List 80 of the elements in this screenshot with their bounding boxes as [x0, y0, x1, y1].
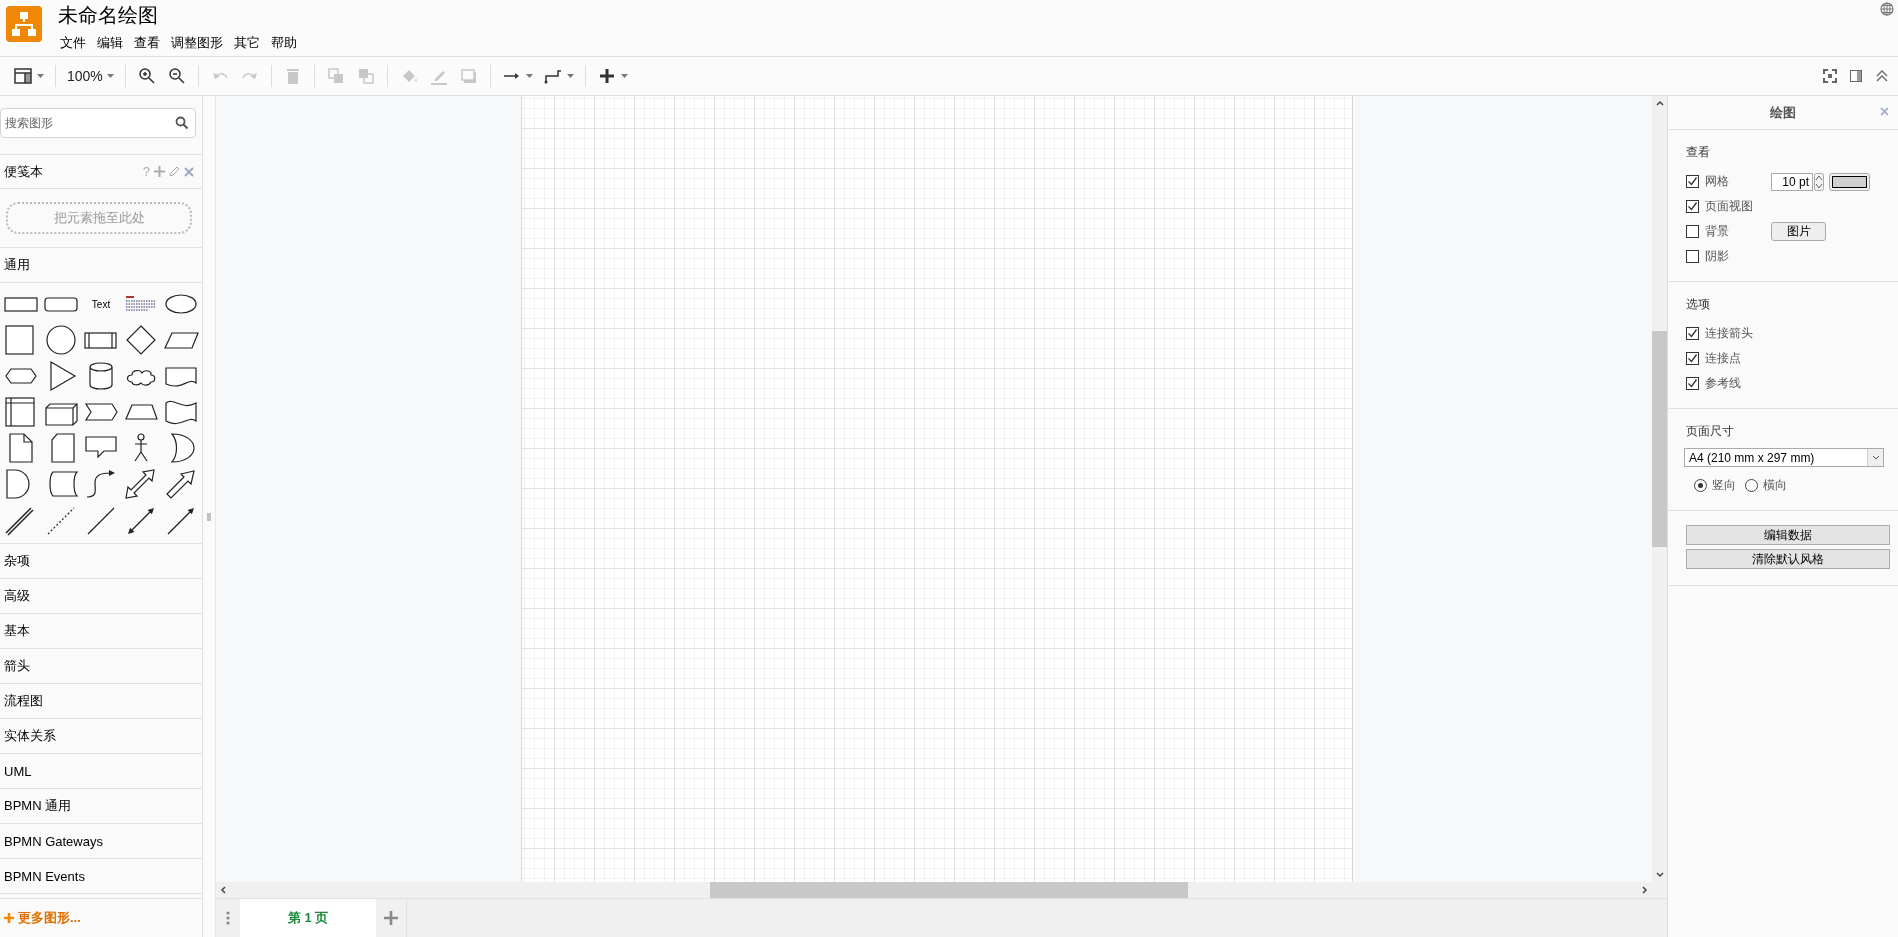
radio-label: 橫向: [1763, 477, 1787, 494]
radio-label: 竖向: [1712, 477, 1736, 494]
splitter-handle-icon[interactable]: [207, 512, 211, 521]
shadow-square-icon: [458, 66, 479, 86]
plus-icon[interactable]: [384, 911, 398, 925]
menu-item[interactable]: 文件: [56, 33, 90, 53]
palette-header[interactable]: 实体关系: [0, 718, 202, 753]
document-title[interactable]: 未命名绘图: [58, 3, 301, 27]
checkbox-label: 连接箭头: [1705, 325, 1754, 342]
checkbox[interactable]: [1686, 225, 1699, 238]
globe-icon[interactable]: [1880, 2, 1894, 16]
menu-item[interactable]: 帮助: [267, 33, 301, 53]
more-vertical-icon[interactable]: [226, 911, 230, 925]
spinner-icon[interactable]: [1814, 172, 1824, 191]
palette-header[interactable]: UML: [0, 753, 202, 788]
search-icon[interactable]: [175, 116, 189, 130]
panel-title[interactable]: 绘图: [1770, 103, 1796, 122]
radio-button[interactable]: [1694, 479, 1707, 492]
menu-item[interactable]: 其它: [230, 33, 264, 53]
caret-icon: [525, 74, 533, 78]
checkbox-label: 背景: [1705, 223, 1730, 240]
caret-icon: [106, 74, 114, 78]
text-shape[interactable]: Text: [91, 298, 111, 310]
page-size-select[interactable]: A4 (210 mm x 297 mm): [1684, 448, 1884, 467]
checkbox[interactable]: [1686, 250, 1699, 263]
caret-icon: [620, 74, 628, 78]
panel-layout-icon: [13, 66, 33, 86]
radio-button[interactable]: [1745, 479, 1758, 492]
image-button[interactable]: 图片: [1771, 222, 1826, 241]
chevron-down-icon[interactable]: [1655, 872, 1664, 878]
palette-header[interactable]: 箭头: [0, 648, 202, 683]
chevron-up-icon[interactable]: [1655, 100, 1664, 106]
chevron-down-icon: [1871, 455, 1880, 460]
caret-icon: [566, 74, 574, 78]
section-title: 查看: [1686, 144, 1711, 161]
palette-header[interactable]: 基本: [0, 613, 202, 648]
app-logo: [6, 6, 42, 42]
palette-header[interactable]: BPMN 通用: [0, 788, 202, 823]
zoom-in-icon: [136, 66, 157, 86]
panel-button[interactable]: 清除默认风格: [1686, 549, 1890, 569]
checkbox-label: 阴影: [1705, 248, 1730, 265]
menu-item[interactable]: 查看: [130, 33, 164, 53]
section-title: 页面尺寸: [1686, 423, 1735, 440]
drop-zone: 把元素拖至此处: [6, 202, 192, 234]
page-tab[interactable]: 第 1 页: [240, 899, 376, 937]
palette-header[interactable]: 杂项: [0, 543, 202, 578]
checkbox[interactable]: [1686, 200, 1699, 213]
checkbox-label: 连接点: [1705, 350, 1742, 367]
zoom-dropdown[interactable]: 100%: [62, 62, 119, 90]
checkbox-label: 页面视图: [1705, 198, 1754, 215]
checkbox[interactable]: [1686, 175, 1699, 188]
plus-icon: [4, 913, 14, 923]
size-field[interactable]: 10 pt: [1771, 172, 1813, 191]
section-title: 选项: [1686, 296, 1711, 313]
palette-header[interactable]: BPMN Events: [0, 858, 202, 893]
palette-header[interactable]: 通用: [0, 247, 202, 282]
zoom-out-icon: [166, 66, 187, 86]
grid-color-button[interactable]: [1829, 172, 1870, 191]
section-title[interactable]: 便笺本: [4, 162, 43, 181]
caret-icon: [37, 74, 44, 78]
menu-item[interactable]: 调整图形: [167, 33, 227, 53]
checkbox[interactable]: [1686, 377, 1699, 390]
fullscreen-icon[interactable]: [1822, 68, 1838, 84]
checkbox-label: 网格: [1705, 173, 1730, 190]
menu-item[interactable]: 编辑: [93, 33, 127, 53]
chevron-left-icon[interactable]: [220, 886, 226, 894]
chevron-right-icon[interactable]: [1642, 886, 1648, 894]
panel-toggle-icon[interactable]: [1848, 68, 1864, 84]
search-field[interactable]: 搜索图形: [0, 108, 196, 138]
chevron-up-icon[interactable]: [1874, 68, 1890, 84]
checkbox-label: 参考线: [1705, 375, 1742, 392]
panel-button[interactable]: 编辑数据: [1686, 525, 1890, 545]
checkbox[interactable]: [1686, 327, 1699, 340]
squares-front-icon: [325, 66, 346, 86]
vertical-scrollbar[interactable]: [1652, 96, 1667, 882]
checkbox[interactable]: [1686, 352, 1699, 365]
palette-header[interactable]: 高级: [0, 578, 202, 613]
horizontal-scrollbar[interactable]: [216, 882, 1652, 898]
palette-header[interactable]: BPMN Gateways: [0, 823, 202, 858]
palette-header[interactable]: 流程图: [0, 683, 202, 718]
